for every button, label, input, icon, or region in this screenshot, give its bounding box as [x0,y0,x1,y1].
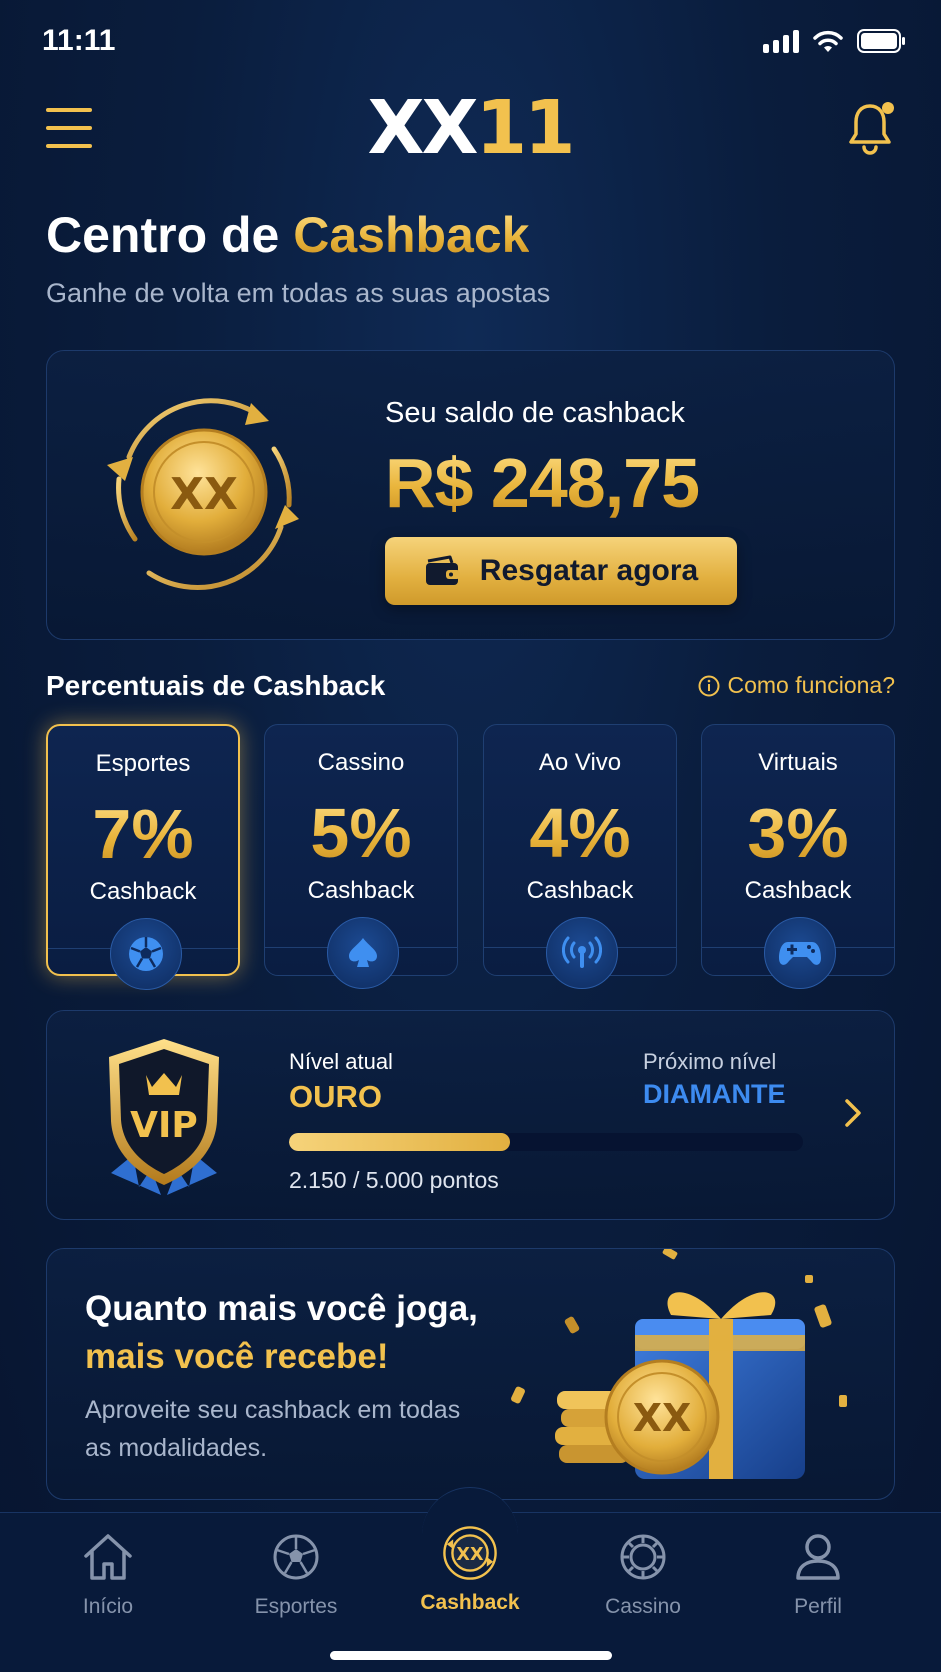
cashback-card-ao-vivo[interactable]: Ao Vivo 4% Cashback [483,724,677,989]
vip-progress-fill [289,1133,511,1151]
battery-icon [857,29,905,53]
card-category: Cassino [317,749,405,776]
svg-text:VIP: VIP [130,1105,198,1146]
app-header: XX 11 [0,84,941,194]
cashback-card-cassino[interactable]: Cassino 5% Cashback [264,724,458,989]
promo-description: Aproveite seu cashback em todas as modal… [85,1396,461,1462]
card-suffix: Cashback [526,877,634,904]
percentages-section-title: Percentuais de Cashback [46,670,386,701]
cashback-card-virtuais[interactable]: Virtuais 3% Cashback [701,724,895,989]
nav-esportes[interactable]: Esportes [226,1529,366,1619]
card-category: Esportes [95,750,191,777]
balance-value: R$ 248,75 [385,444,700,522]
gift-coins-illustration: XX [511,1249,847,1479]
soccer-ball-icon [268,1529,324,1585]
nav-cashback[interactable]: XX Cashback [400,1526,540,1615]
info-icon [698,675,719,696]
page-subtitle: Ganhe de volta em todas as suas apostas [46,278,551,308]
svg-text:XX: XX [633,1396,692,1440]
nav-cassino[interactable]: Cassino [573,1529,713,1619]
signal-icon [763,29,799,53]
vip-shield-icon: VIP [109,1039,219,1195]
balance-label: Seu saldo de cashback [385,397,685,429]
cashback-card-esportes[interactable]: Esportes 7% Cashback [46,724,240,990]
vip-level-card[interactable]: VIP Nível atual OURO Próximo nível DIAMA… [46,1010,895,1220]
notification-bell-icon[interactable] [846,98,898,158]
nav-perfil[interactable]: Perfil [748,1529,888,1619]
card-percent: 7% [48,794,238,874]
broadcast-icon [546,917,618,989]
card-percent: 4% [484,793,676,873]
redeem-button[interactable]: Resgatar agora [385,537,737,605]
soccer-ball-icon [110,918,182,990]
current-level-value: OURO [289,1079,382,1114]
card-suffix: Cashback [744,877,852,904]
cashback-balance-card: XX Seu saldo de cashback R$ 248,75 Resga… [46,350,895,640]
status-bar: 11:11 [0,0,941,84]
cashback-coin-icon: XX [107,398,299,590]
casino-chip-icon [615,1529,671,1585]
promo-banner[interactable]: Quanto mais você joga, mais você recebe!… [46,1248,895,1500]
card-suffix: Cashback [307,877,415,904]
card-category: Virtuais [758,749,838,776]
nav-inicio[interactable]: Início [38,1529,178,1619]
brand-logo[interactable]: XX 11 [367,85,575,171]
how-it-works-link[interactable]: Como funciona? [698,672,895,699]
redeem-button-label: Resgatar agora [479,554,699,587]
next-level-value: DIAMANTE [643,1079,786,1109]
svg-text:XX: XX [170,469,238,520]
hamburger-menu-icon[interactable] [46,108,92,148]
wallet-icon [425,555,460,585]
promo-headline-1: Quanto mais você joga, [85,1289,478,1328]
vip-points-text: 2.150 / 5.000 pontos [289,1167,499,1193]
home-icon [80,1529,136,1585]
spade-icon [327,917,399,989]
status-icons [763,28,907,54]
gamepad-icon [764,917,836,989]
next-level-label: Próximo nível [643,1049,777,1074]
promo-headline-2: mais você recebe! [85,1337,389,1376]
bottom-navigation: Início Esportes XX Cashback Cassino Perf… [0,1487,941,1672]
wifi-icon [813,30,843,52]
card-percent: 3% [702,793,894,873]
home-indicator [330,1651,612,1660]
card-percent: 5% [265,793,457,873]
chevron-right-icon[interactable] [839,1093,867,1133]
current-level-label: Nível atual [289,1049,393,1074]
svg-text:XX: XX [456,1545,484,1565]
page-title: Centro de Cashback [46,207,530,263]
status-time: 11:11 [42,24,116,57]
card-category: Ao Vivo [538,749,622,776]
user-icon [790,1529,846,1585]
cashback-coin-icon: XX [442,1525,498,1581]
card-suffix: Cashback [89,878,197,905]
vip-progress-bar [289,1133,803,1151]
